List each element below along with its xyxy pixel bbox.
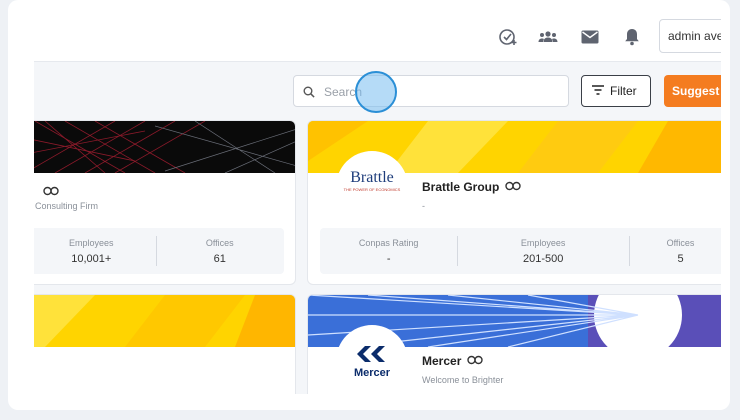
search-icon — [303, 85, 315, 103]
top-bar: admin ave — [34, 12, 721, 62]
stat-value: 5 — [677, 252, 684, 265]
suggest-button[interactable]: Suggest C — [664, 75, 721, 107]
link-icon[interactable] — [467, 354, 484, 368]
stat-employees: Employees 201-500 — [457, 228, 629, 274]
filter-icon — [592, 84, 604, 98]
users-icon[interactable] — [537, 26, 559, 48]
stat-label: Offices — [205, 237, 234, 248]
logo-subtext: THE POWER OF ECONOMICS — [343, 186, 401, 192]
company-card-brattle[interactable]: Brattle THE POWER OF ECONOMICS Brattle G… — [307, 120, 721, 285]
stat-value: 201-500 — [522, 252, 564, 265]
link-icon[interactable] — [43, 183, 59, 201]
company-name-text: Mercer — [422, 354, 462, 368]
main-viewport: admin ave Filter Suggest C — [34, 12, 721, 394]
card-banner — [34, 295, 295, 347]
stat-label: Offices — [666, 237, 695, 248]
link-icon[interactable] — [505, 180, 522, 194]
bell-icon[interactable] — [621, 26, 643, 48]
company-name: Mercer — [422, 354, 484, 368]
company-card[interactable] — [34, 294, 296, 394]
card-stats: Employees 10,001+ Offices 61 — [34, 228, 284, 274]
logo-text: Mercer — [353, 367, 391, 379]
stat-value: 10,001+ — [71, 252, 112, 265]
company-name: Brattle Group — [422, 180, 522, 194]
company-type: Consulting Firm — [35, 201, 99, 211]
user-menu[interactable]: admin ave — [659, 19, 721, 53]
stat-label: Employees — [520, 237, 566, 248]
company-card[interactable]: Consulting Firm Employees 10,001+ Office… — [34, 120, 296, 285]
filter-label: Filter — [610, 84, 637, 98]
app-frame: admin ave Filter Suggest C — [8, 0, 730, 410]
company-name-text: Brattle Group — [422, 180, 500, 194]
stat-label: Conpas Rating — [358, 237, 419, 248]
stat-offices: Offices 61 — [155, 228, 285, 274]
filter-button[interactable]: Filter — [581, 75, 651, 107]
company-tagline: - — [422, 201, 425, 211]
search-box[interactable] — [293, 75, 569, 107]
mercer-logo-icon — [357, 346, 385, 362]
card-stats: Conpas Rating - Employees 201-500 Office… — [320, 228, 721, 274]
task-add-icon[interactable] — [497, 26, 519, 48]
stat-value: - — [386, 252, 391, 265]
stat-rating: Conpas Rating - — [320, 228, 457, 274]
card-banner — [34, 121, 295, 173]
click-indicator — [355, 71, 397, 113]
company-tagline: Welcome to Brighter — [422, 375, 504, 385]
company-logo: Brattle THE POWER OF ECONOMICS — [336, 151, 408, 223]
stat-value: 61 — [213, 252, 226, 265]
company-card-mercer[interactable]: Mercer Mercer Welcome to Brighter — [307, 294, 721, 394]
company-logo: Mercer — [336, 325, 408, 394]
mail-icon[interactable] — [579, 26, 601, 48]
stat-employees: Employees 10,001+ — [34, 228, 156, 274]
stat-offices: Offices 5 — [629, 228, 721, 274]
logo-text: Brattle — [350, 168, 394, 186]
stat-label: Employees — [68, 237, 114, 248]
